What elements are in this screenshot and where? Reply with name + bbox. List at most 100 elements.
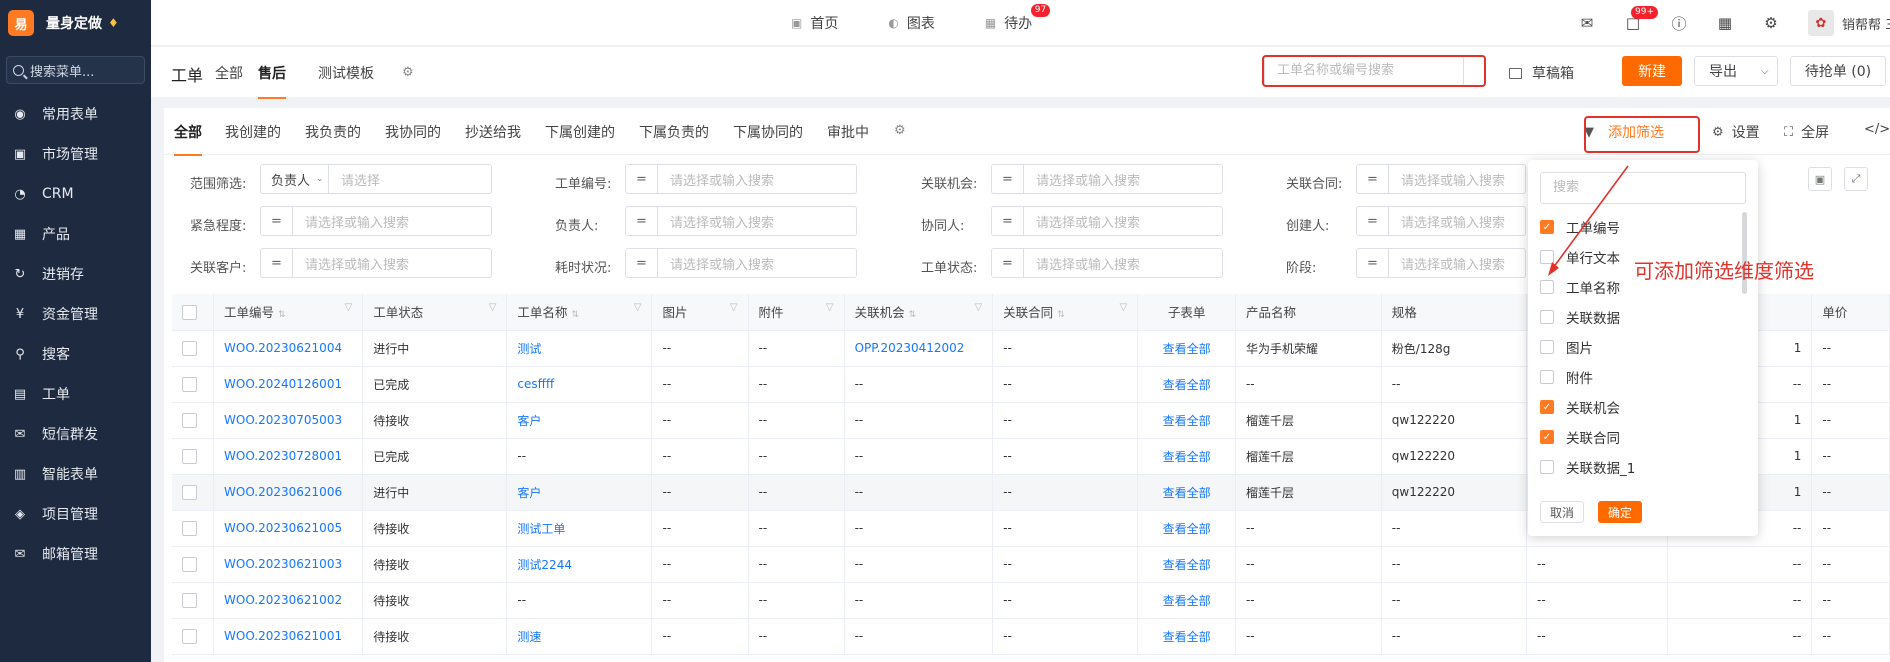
sidebar-item-5[interactable]: ¥ 资金管理 (0, 294, 151, 334)
cell-sub[interactable]: 查看全部 (1137, 546, 1236, 583)
sidebar-item-10[interactable]: ◈ 项目管理 (0, 494, 151, 534)
sort-icon[interactable]: ⇅ (278, 310, 286, 320)
dropdown-field-option[interactable]: 关联数据_1 (1540, 452, 1740, 482)
row-checkbox[interactable] (182, 628, 197, 644)
cell-opp[interactable]: OPP.20230412002 (844, 330, 994, 367)
view-tab-sub-responsible[interactable]: 下属负责的 (639, 122, 709, 142)
filter-creator[interactable]: = 请选择或输入搜索 (1356, 206, 1526, 236)
table-row[interactable]: WOO.20230621001 待接收 测速 -- -- -- -- 查看全部 -- -- -- --… (172, 618, 1890, 655)
sidebar-item-6[interactable]: ⚲ 搜客 (0, 334, 151, 374)
view-tab-all[interactable]: 全部 (174, 122, 202, 156)
operator-eq[interactable]: = (626, 165, 658, 193)
column-header[interactable]: ▽ 附件 (748, 294, 845, 331)
tab-after-sales[interactable]: 售后 (258, 63, 286, 99)
tab-settings-icon[interactable]: ⚙ (402, 65, 414, 80)
column-filter-icon[interactable]: ▽ (489, 302, 497, 313)
table-row[interactable]: WOO.20230621003 待接收 测试2244 -- -- -- -- 查看全部 -- --… (172, 546, 1890, 583)
operator-eq[interactable]: = (261, 207, 293, 235)
filter-owner[interactable]: = 请选择或输入搜索 (625, 206, 857, 236)
view-tab-responsible[interactable]: 我负责的 (305, 122, 361, 142)
cell-name[interactable]: 测试 (506, 330, 653, 367)
range-filter[interactable]: 负责人 ⌄ 请选择 (260, 164, 492, 194)
column-header[interactable]: ▽ 工单名称 ⇅ (506, 294, 653, 331)
checkbox[interactable] (1540, 310, 1554, 324)
cell-id[interactable]: WOO.20230621006 (213, 474, 364, 511)
sidebar-item-1[interactable]: ▣ 市场管理 (0, 134, 151, 174)
cell-id[interactable]: WOO.20230621004 (213, 330, 364, 367)
filter-stage[interactable]: = 请选择或输入搜索 (1356, 248, 1526, 278)
cell-name[interactable]: 测试2244 (506, 546, 653, 583)
cell-sub[interactable]: 查看全部 (1137, 402, 1236, 439)
checkbox[interactable] (1540, 280, 1554, 294)
settings-gear-icon[interactable]: ⚙ (1762, 14, 1780, 32)
checkbox-checked[interactable]: ✓ (1540, 430, 1554, 444)
filter-ticket-status[interactable]: = 请选择或输入搜索 (991, 248, 1223, 278)
column-header[interactable]: ▽ 图片 (651, 294, 749, 331)
mail-icon[interactable]: ✉ (1578, 14, 1596, 32)
code-button[interactable]: </> (1864, 122, 1890, 137)
sidebar-item-11[interactable]: ✉ 邮箱管理 (0, 534, 151, 574)
new-button[interactable]: 新建 (1622, 56, 1682, 86)
cell-id[interactable]: WOO.20230705003 (213, 402, 364, 439)
view-tab-collaborate[interactable]: 我协同的 (385, 122, 441, 142)
column-header[interactable]: 产品名称 (1235, 294, 1382, 331)
cell-name[interactable]: 客户 (506, 474, 653, 511)
view-tab-sub-collaborate[interactable]: 下属协同的 (733, 122, 803, 142)
filter-time-status[interactable]: = 请选择或输入搜索 (625, 248, 857, 278)
dropdown-field-option[interactable]: ✓ 工单编号 (1540, 212, 1740, 242)
cell-sub[interactable]: 查看全部 (1137, 582, 1236, 619)
message-icon[interactable]: □ 99+ (1624, 6, 1658, 32)
sidebar-item-3[interactable]: ▦ 产品 (0, 214, 151, 254)
row-checkbox[interactable] (182, 412, 197, 428)
operator-eq[interactable]: = (992, 249, 1024, 277)
operator-eq[interactable]: = (1357, 165, 1389, 193)
save-filter-icon[interactable]: ▣ (1808, 167, 1832, 191)
app-logo[interactable]: 易 量身定做 ♦ (0, 0, 151, 46)
row-checkbox[interactable] (182, 340, 197, 356)
checkbox-checked[interactable]: ✓ (1540, 220, 1554, 234)
column-filter-icon[interactable]: ▽ (974, 302, 982, 313)
sidebar-item-4[interactable]: ↻ 进销存 (0, 254, 151, 294)
row-checkbox[interactable] (182, 520, 197, 536)
export-button[interactable]: 导出 ⌵ (1694, 56, 1778, 86)
dropdown-field-option[interactable]: ✓ 关联合同 (1540, 422, 1740, 452)
operator-eq[interactable]: = (1357, 207, 1389, 235)
confirm-button[interactable]: 确定 (1598, 501, 1642, 523)
cell-sub[interactable]: 查看全部 (1137, 330, 1236, 367)
view-tab-sub-created[interactable]: 下属创建的 (545, 122, 615, 142)
row-checkbox[interactable] (182, 448, 197, 464)
checkbox[interactable] (1540, 370, 1554, 384)
view-tab-created[interactable]: 我创建的 (225, 122, 281, 142)
row-checkbox[interactable] (182, 484, 197, 500)
cell-id[interactable]: WOO.20230621001 (213, 618, 364, 655)
operator-eq[interactable]: = (992, 165, 1024, 193)
operator-eq[interactable]: = (626, 207, 658, 235)
filter-urgency[interactable]: = 请选择或输入搜索 (260, 206, 492, 236)
filter-collaborator[interactable]: = 请选择或输入搜索 (991, 206, 1223, 236)
sort-icon[interactable]: ⇅ (909, 310, 917, 320)
sidebar-item-9[interactable]: ▥ 智能表单 (0, 454, 151, 494)
filter-customer[interactable]: = 请选择或输入搜索 (260, 248, 492, 278)
cell-id[interactable]: WOO.20230728001 (213, 438, 364, 475)
filter-ticket-id[interactable]: = 请选择或输入搜索 (625, 164, 857, 194)
collapse-filter-icon[interactable]: ⤢ (1844, 167, 1868, 191)
view-tab-approving[interactable]: 审批中 (827, 122, 869, 142)
dropdown-search-input[interactable]: 搜索 (1540, 172, 1746, 204)
cell-sub[interactable]: 查看全部 (1137, 474, 1236, 511)
nav-home[interactable]: ▣ 首页 (791, 13, 838, 33)
cell-id[interactable]: WOO.20230621002 (213, 582, 364, 619)
fullscreen-button[interactable]: ⛶ 全屏 (1784, 122, 1829, 142)
sidebar-item-7[interactable]: ▤ 工单 (0, 374, 151, 414)
sort-icon[interactable]: ⇅ (1057, 310, 1065, 320)
operator-eq[interactable]: = (992, 207, 1024, 235)
cancel-button[interactable]: 取消 (1540, 501, 1584, 523)
dropdown-field-option[interactable]: ✓ 关联机会 (1540, 392, 1740, 422)
cell-id[interactable]: WOO.20230621005 (213, 510, 364, 547)
column-filter-icon[interactable]: ▽ (1120, 302, 1128, 313)
menu-search-input[interactable]: 搜索菜单... (6, 56, 145, 84)
nav-chart[interactable]: ◐ 图表 (888, 13, 934, 33)
sidebar-item-0[interactable]: ◉ 常用表单 (0, 94, 151, 134)
column-filter-icon[interactable]: ▽ (634, 302, 642, 313)
column-filter-icon[interactable]: ▽ (826, 302, 834, 313)
apps-grid-icon[interactable]: ▦ (1716, 14, 1734, 32)
